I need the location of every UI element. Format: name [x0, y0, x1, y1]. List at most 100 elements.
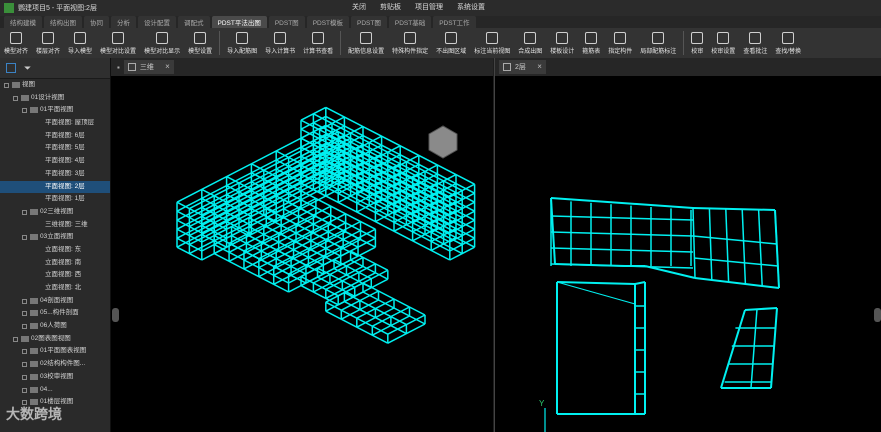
toolbar-button[interactable]: 模型对比设置 [96, 29, 140, 57]
ribbon-tab[interactable]: PDST图 [351, 16, 387, 28]
expand-icon[interactable] [22, 387, 27, 393]
plan-beam [741, 209, 747, 285]
tree-item[interactable]: 视图 [0, 79, 110, 92]
view-3d[interactable]: ▪ 三维 × [111, 58, 493, 432]
toolbar-button[interactable]: 楼板设计 [546, 29, 578, 57]
tree-item[interactable]: 平面视图: 5层 [0, 142, 110, 155]
tree-item[interactable]: 立面视图: 东 [0, 244, 110, 257]
ribbon-tab[interactable]: 结构出图 [44, 16, 82, 28]
tree-item[interactable]: 平面视图: 2层 [0, 180, 110, 194]
tab-plan-view[interactable]: 2层 × [499, 60, 546, 74]
toolbar-button[interactable]: 指定构件 [604, 29, 636, 57]
tree-item[interactable]: 06人荷图 [0, 320, 110, 333]
ribbon-tab[interactable]: PDST平法出图 [211, 16, 267, 28]
left-collapse-handle[interactable] [112, 308, 119, 322]
ribbon-tab[interactable]: 协同 [84, 16, 109, 28]
right-collapse-handle[interactable] [874, 308, 881, 322]
plan-outline [556, 281, 636, 285]
toolbar-button[interactable]: 不出图区域 [432, 29, 470, 57]
folder-icon [30, 107, 38, 114]
ribbon-tab[interactable]: 调配式 [178, 16, 210, 28]
close-icon[interactable]: × [537, 62, 542, 71]
tool-label: 箍筋表 [582, 48, 601, 55]
expand-icon[interactable] [22, 374, 27, 380]
toolbar-button[interactable]: 导入计算书 [261, 29, 299, 57]
expand-icon[interactable] [22, 298, 27, 304]
plan-canvas[interactable]: YX [495, 76, 881, 432]
tree-item[interactable]: 平面视图: 屋顶层 [0, 117, 110, 130]
toolbar-button[interactable]: 查看批注 [739, 29, 771, 57]
toolbar-button[interactable]: 特殊构件指定 [388, 29, 432, 57]
tree-item[interactable]: 平面视图: 3层 [0, 168, 110, 181]
view-plan[interactable]: 2层 × YX [494, 58, 881, 432]
toolbar-button[interactable]: 校审 [687, 29, 707, 57]
tree-item[interactable]: 05...构件剖面 [0, 307, 110, 320]
tree-item[interactable]: 立面视图: 北 [0, 282, 110, 295]
tree-item[interactable]: 01设计视图 [0, 92, 110, 105]
tree-item[interactable]: 平面视图: 4层 [0, 155, 110, 168]
toolbar-button[interactable]: 箍筋表 [578, 29, 604, 57]
toolbar-button[interactable]: 合成出图 [514, 29, 546, 57]
tree-item[interactable]: 04... [0, 384, 110, 397]
expand-icon[interactable] [22, 349, 27, 355]
ribbon-tab[interactable]: 分析 [111, 16, 136, 28]
toolbar-button[interactable]: 查找/替换 [771, 29, 805, 57]
toolbar-button[interactable]: 局部配筋标注 [636, 29, 680, 57]
project-browser: ⏷ 视图 01设计视图 01平面视图 平面视图: 屋顶层 平面视图: 6层 平面视图: 5… [0, 58, 111, 432]
expand-icon[interactable] [13, 336, 18, 342]
tool-label: 导入模型 [68, 48, 93, 55]
toolbar-button[interactable]: 标注当前视图 [470, 29, 514, 57]
close-project-button[interactable]: 关闭 [352, 2, 366, 12]
ribbon-tab[interactable]: 结构建模 [4, 16, 42, 28]
toolbar-button[interactable]: 模型对齐 [0, 29, 32, 57]
ribbon-tab[interactable]: PDST基础 [388, 16, 432, 28]
panel-icon[interactable] [6, 63, 16, 73]
toolbar-button[interactable]: 模型设置 [184, 29, 216, 57]
expand-icon[interactable] [22, 362, 27, 368]
tree-item[interactable]: 平面视图: 1层 [0, 193, 110, 206]
toolbar-button[interactable]: 校审设置 [707, 29, 739, 57]
ribbon-tab[interactable]: PDST模板 [306, 16, 350, 28]
toolbar-button[interactable]: 配筋信息设置 [344, 29, 388, 57]
clipboard-button[interactable]: 剪贴板 [380, 2, 401, 12]
expand-icon[interactable] [22, 209, 27, 215]
tree-item[interactable]: 01平面视图 [0, 104, 110, 117]
toolbar-button[interactable]: 楼层对齐 [32, 29, 64, 57]
tree-item[interactable]: 02结构构件图... [0, 358, 110, 371]
expand-icon[interactable] [22, 311, 27, 317]
tree-item[interactable]: 01平面图表视图 [0, 345, 110, 358]
system-settings-button[interactable]: 系统设置 [457, 2, 485, 12]
tree-item-label: 立面视图: 东 [45, 245, 82, 253]
expand-icon[interactable] [4, 83, 9, 88]
tree-item[interactable]: 03校审视图 [0, 371, 110, 384]
expand-icon[interactable] [22, 324, 27, 330]
tree-item[interactable]: 立面视图: 西 [0, 269, 110, 282]
tree-item-label: 02结构构件图... [40, 360, 86, 368]
tree-item[interactable]: 02图表图视图 [0, 333, 110, 346]
project-manage-button[interactable]: 项目管理 [415, 2, 443, 12]
ribbon-tab[interactable]: 设计配置 [138, 16, 176, 28]
model-3d-canvas[interactable] [111, 76, 493, 432]
tree-item[interactable]: 03立面视图 [0, 231, 110, 244]
tree-item[interactable]: 平面视图: 6层 [0, 130, 110, 143]
tree-item[interactable]: 04剖面视图 [0, 295, 110, 308]
expand-icon[interactable] [22, 108, 27, 114]
filter-icon[interactable]: ⏷ [24, 63, 31, 74]
tool-label: 配筋信息设置 [348, 48, 385, 55]
toolbar-button[interactable]: 导入模型 [64, 29, 96, 57]
expand-icon[interactable] [22, 235, 27, 241]
toolbar-button[interactable]: 计算书查看 [299, 29, 337, 57]
tool-label: 导入配筋图 [227, 48, 258, 55]
close-icon[interactable]: × [165, 62, 170, 71]
ribbon-tab[interactable]: PDST工作 [433, 16, 476, 28]
ribbon-tab[interactable]: PDST图 [268, 16, 305, 28]
tree-item[interactable]: 02三维视图 [0, 206, 110, 219]
tree-item[interactable]: 三维视图: 三维 [0, 219, 110, 232]
view-menu-icon[interactable]: ▪ [117, 63, 120, 72]
tree-item[interactable]: 立面视图: 南 [0, 257, 110, 270]
toolbar-button[interactable]: 导入配筋图 [223, 29, 261, 57]
tab-3d-view[interactable]: 三维 × [123, 60, 174, 74]
toolbar-button[interactable]: 模型对比显示 [140, 29, 184, 57]
tree-item-label: 立面视图: 南 [45, 258, 82, 266]
expand-icon[interactable] [13, 95, 18, 101]
